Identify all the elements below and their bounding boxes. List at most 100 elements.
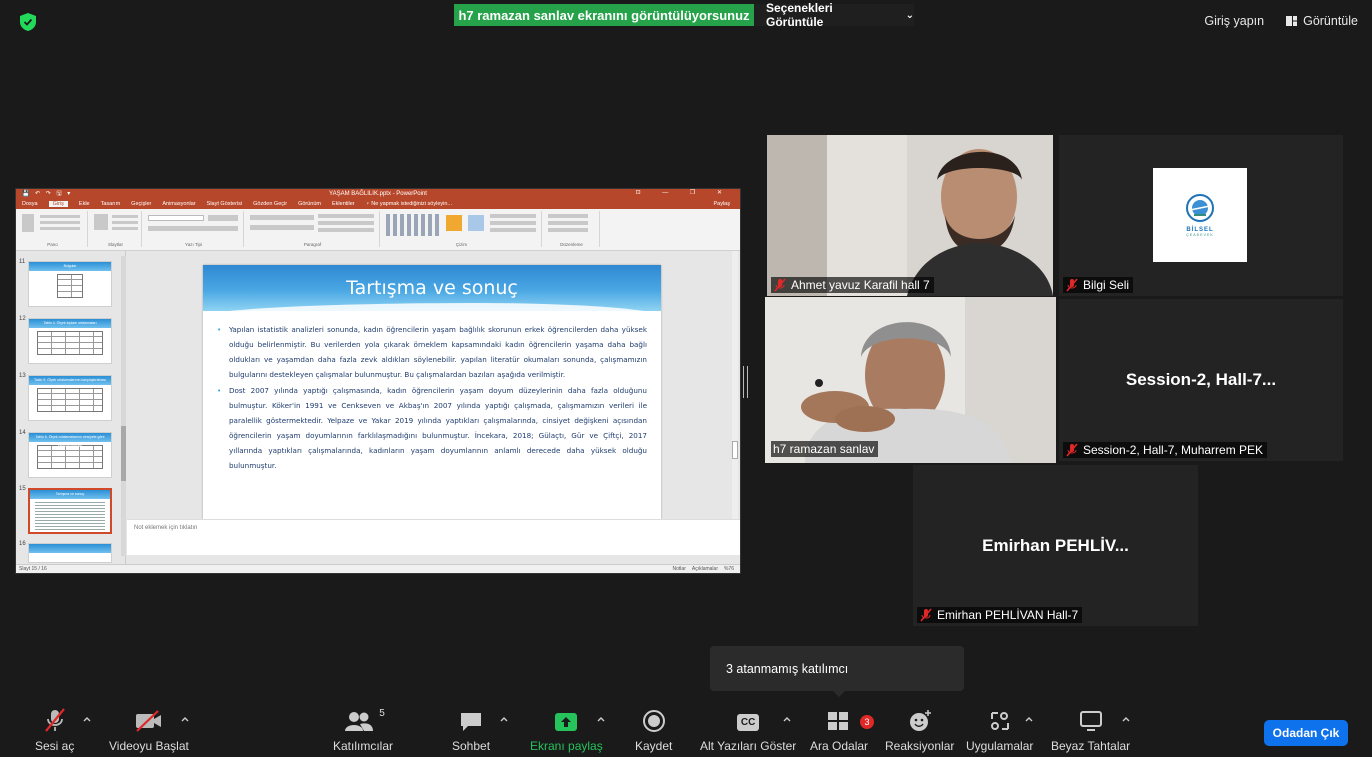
mic-muted-icon	[920, 608, 932, 622]
chevron-up-icon[interactable]	[782, 714, 792, 724]
view-button[interactable]: Görüntüle	[1286, 14, 1358, 28]
participant-name: h7 ramazan sanlav	[773, 442, 875, 456]
breakout-rooms-icon	[828, 712, 849, 730]
chevron-up-icon[interactable]	[180, 714, 190, 724]
status-notes: Notlar	[672, 566, 686, 572]
show-captions-button[interactable]: CC Alt Yazıları Göster	[700, 705, 796, 753]
slide-thumbnails-pane: 11 Bulgular 12 Tablo 4. Ölçek toplam ort…	[16, 251, 126, 564]
unmute-label: Sesi aç	[35, 739, 75, 753]
record-button[interactable]: Kaydet	[635, 705, 672, 753]
video-tile-ahmet[interactable]: Ahmet yavuz Karafil hall 7	[767, 135, 1053, 296]
ribbon-group-font: Yazı Tipi	[144, 211, 244, 247]
thumb-number: 12	[19, 316, 26, 322]
zoom-meeting-window: h7 ramazan sanlav ekranını görüntülüyors…	[0, 0, 1372, 757]
chevron-up-icon[interactable]	[82, 714, 92, 724]
bilsel-logo: BİLSEL ÇEADEVEK	[1153, 168, 1247, 262]
top-right-controls: Giriş yapın Görüntüle	[1204, 14, 1358, 28]
ribbon-group-label: Çizim	[455, 242, 468, 247]
breakout-rooms-button[interactable]: 3 Ara Odalar	[810, 705, 875, 753]
record-icon	[642, 710, 665, 732]
ppt-tell-me: ♀ Ne yapmak istediğinizi söyleyin...	[365, 201, 452, 207]
chat-button[interactable]: Sohbet	[452, 705, 490, 753]
participant-name: Emirhan PEHLİVAN Hall-7	[937, 608, 1079, 622]
chat-icon	[461, 713, 482, 731]
screen-share-banner: h7 ramazan sanlav ekranını görüntülüyors…	[454, 4, 754, 26]
slide-editing-area: Tartışma ve sonuç Yapılan istatistik ana…	[127, 251, 740, 564]
participants-button[interactable]: 5 Katılımcılar	[333, 705, 393, 753]
ppt-tab: Eklentiler	[332, 201, 355, 207]
thumbnail-title: Tartışma ve sonuç	[30, 490, 110, 499]
current-slide: Tartışma ve sonuç Yapılan istatistik ana…	[203, 265, 661, 519]
view-label: Görüntüle	[1303, 14, 1358, 28]
participant-display-name: Session-2, Hall-7...	[1125, 370, 1277, 389]
slide-content: Yapılan istatistik analizleri sonunda, k…	[217, 322, 647, 474]
ribbon-group-label: Düzenleme	[560, 242, 583, 247]
apps-button[interactable]: Uygulamalar	[966, 705, 1033, 753]
participants-label: Katılımcılar	[333, 739, 394, 753]
video-tile-ramazan-active-speaker[interactable]: h7 ramazan sanlav	[765, 297, 1056, 463]
participant-name-tag: Session-2, Hall-7, Muharrem PEK	[1063, 442, 1268, 458]
ppt-tab: Animasyonlar	[162, 201, 196, 207]
mic-muted-icon	[1066, 443, 1078, 457]
slide-thumbnail: Tablo 4. Ölçek toplam ortalamaları	[28, 318, 112, 364]
ribbon-group-drawing: Çizim	[382, 211, 542, 247]
participant-name-tag: Bilgi Seli	[1063, 277, 1134, 293]
slide-bullet: Dost 2007 yılında yaptığı çalışmasında, …	[217, 383, 647, 473]
chevron-up-icon[interactable]	[1121, 714, 1131, 724]
mic-muted-icon	[44, 708, 65, 732]
thumbnail-title	[29, 544, 111, 553]
participant-video	[765, 297, 1056, 463]
reactions-label: Reaksiyonlar	[885, 739, 955, 753]
thumb-number: 14	[19, 430, 26, 436]
record-label: Kaydet	[635, 739, 673, 753]
whiteboards-label: Beyaz Tahtalar	[1051, 739, 1131, 753]
participant-name-tag: Emirhan PEHLİVAN Hall-7	[917, 607, 1083, 623]
thumb-number: 16	[19, 541, 26, 547]
video-tile-bilgi-seli[interactable]: BİLSEL ÇEADEVEK Bilgi Seli	[1059, 135, 1343, 296]
participants-icon	[345, 712, 374, 731]
chevron-down-icon: ⌄	[905, 9, 914, 21]
thumb-number: 11	[19, 259, 26, 265]
slide-title: Tartışma ve sonuç	[346, 277, 518, 299]
closed-captions-icon: CC	[736, 714, 760, 731]
slide-scrollbar	[732, 251, 738, 524]
unmute-button[interactable]: Sesi aç	[35, 705, 74, 753]
ribbon-group-slides: Slaytlar	[90, 211, 142, 247]
participant-name-tag: h7 ramazan sanlav	[771, 441, 879, 457]
ppt-share: Paylaş	[713, 201, 730, 207]
share-screen-button[interactable]: Ekranı paylaş	[530, 705, 603, 753]
mic-muted-icon	[774, 278, 786, 292]
chevron-up-icon[interactable]	[596, 714, 606, 724]
ribbon-group-clipboard: Pano	[18, 211, 88, 247]
whiteboards-button[interactable]: Beyaz Tahtalar	[1051, 705, 1130, 753]
video-tile-session2-hall7[interactable]: Session-2, Hall-7... Session-2, Hall-7, …	[1059, 299, 1343, 461]
ppt-window-title: YAŞAM BAĞLILIK.pptx - PowerPoint	[329, 191, 427, 197]
globe-logo-icon	[1186, 194, 1214, 222]
start-video-button[interactable]: Videoyu Başlat	[109, 705, 189, 753]
ribbon-group-label: Yazı Tipi	[185, 242, 202, 247]
participant-name: Session-2, Hall-7, Muharrem PEK	[1083, 443, 1264, 457]
ribbon-group-paragraph: Paragraf	[246, 211, 380, 247]
view-options-label: Seçenekleri Görüntüle	[766, 1, 833, 29]
view-options-dropdown[interactable]: Seçenekleri Görüntüle ⌄	[754, 1, 914, 29]
chevron-up-icon[interactable]	[1024, 714, 1034, 724]
quick-access-toolbar: 💾 ↶ ↷ 🖫 ▾	[22, 191, 73, 197]
chevron-up-icon[interactable]	[499, 714, 509, 724]
thumb-number: 15	[19, 486, 26, 492]
security-shield-icon[interactable]	[20, 13, 36, 31]
video-off-icon	[135, 710, 161, 732]
reactions-button[interactable]: Reaksiyonlar	[885, 705, 954, 753]
video-tile-emirhan[interactable]: Emirhan PEHLİV... Emirhan PEHLİVAN Hall-…	[913, 465, 1198, 626]
thumbnail-title: Tablo 5. Ölçek ortalamalarının karşılaşt…	[29, 376, 111, 385]
start-video-label: Videoyu Başlat	[109, 739, 189, 753]
ppt-tab: Gözden Geçir	[253, 201, 288, 207]
split-view-resize-handle[interactable]	[743, 366, 748, 398]
sign-in-button[interactable]: Giriş yapın	[1204, 14, 1264, 28]
slide-thumbnail: Bulgular	[28, 261, 112, 307]
apps-icon	[990, 712, 1009, 730]
breakout-rooms-label: Ara Odalar	[810, 739, 869, 753]
share-screen-label: Ekranı paylaş	[530, 739, 603, 753]
leave-room-button[interactable]: Odadan Çık	[1264, 720, 1348, 746]
participants-count: 5	[379, 708, 385, 719]
meeting-toolbar: Sesi aç Videoyu Başlat 5 Katılımcılar So…	[0, 700, 1372, 757]
